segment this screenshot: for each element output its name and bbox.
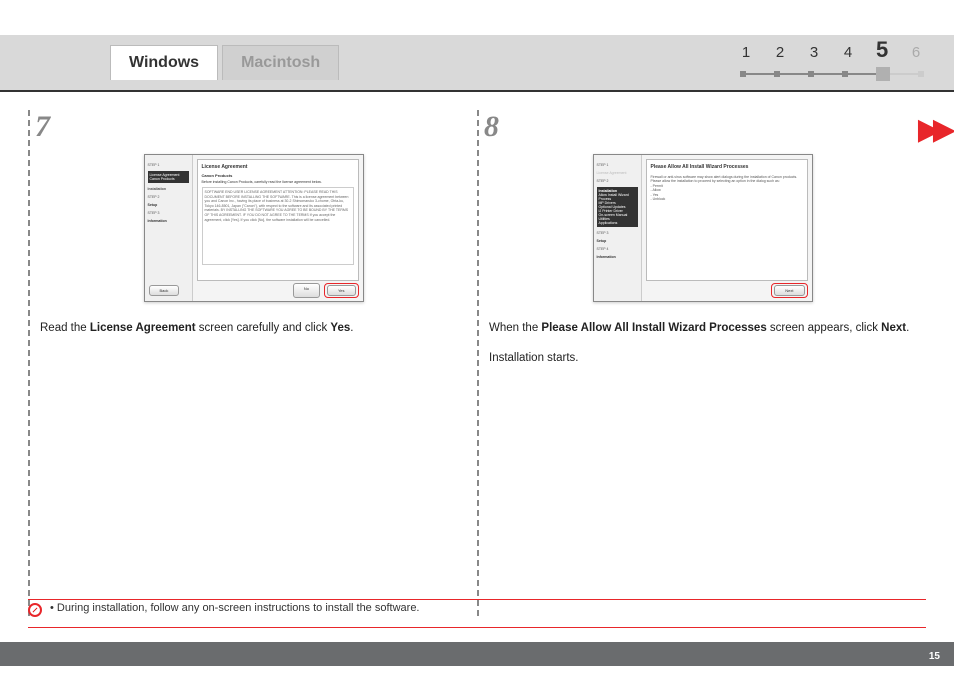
highlight-next: Next bbox=[771, 283, 807, 298]
ss-side-installation: Installation bbox=[148, 187, 189, 191]
ss2-side-highlight: Installation Allow Install Wizard Proces… bbox=[597, 187, 638, 227]
ss2-setup: Setup bbox=[597, 239, 638, 243]
screenshot-allow-processes: STEP 1 License Agreement STEP 2 Installa… bbox=[593, 154, 813, 302]
header-band: Windows Macintosh 1 2 3 4 5 6 bbox=[0, 35, 954, 90]
ss2-step1: STEP 1 bbox=[597, 163, 638, 167]
note-text: • During installation, follow any on-scr… bbox=[50, 602, 420, 614]
step-2: 2 bbox=[774, 44, 786, 61]
ss-side-setup: Setup bbox=[148, 203, 189, 207]
step-indicator: 1 2 3 4 5 6 bbox=[740, 37, 924, 81]
ss2-body: Firewall or anti-virus software may show… bbox=[651, 175, 803, 202]
step-5-current: 5 bbox=[876, 37, 888, 63]
caption-step-8: When the Please Allow All Install Wizard… bbox=[489, 320, 916, 336]
ss2-step4: STEP 4 bbox=[597, 247, 638, 251]
ss-title: License Agreement bbox=[202, 164, 354, 171]
highlight-yes: Yes bbox=[324, 283, 359, 298]
step-number-7: 7 bbox=[35, 110, 467, 144]
ss-yes-button[interactable]: Yes bbox=[327, 285, 356, 296]
tab-macintosh[interactable]: Macintosh bbox=[222, 45, 339, 80]
header-rule bbox=[0, 90, 954, 92]
ss-side-highlight: License Agreement Canon Products bbox=[148, 171, 189, 183]
step-4: 4 bbox=[842, 44, 854, 61]
step-1: 1 bbox=[740, 44, 752, 61]
caption-step-7: Read the License Agreement screen carefu… bbox=[40, 320, 467, 336]
ss-no-button[interactable]: No bbox=[293, 283, 320, 298]
subcaption-step-8: Installation starts. bbox=[489, 352, 916, 364]
prohibition-icon bbox=[28, 603, 42, 617]
note-top-rule bbox=[28, 599, 926, 600]
ss-side-step1: STEP 1 bbox=[148, 163, 189, 167]
ss-next-button[interactable]: Next bbox=[774, 285, 804, 296]
main-content: 7 STEP 1 License Agreement Canon Product… bbox=[28, 110, 926, 616]
ss2-step2: STEP 2 bbox=[597, 179, 638, 183]
step-3: 3 bbox=[808, 44, 820, 61]
os-tabs: Windows Macintosh bbox=[110, 45, 343, 80]
ss-side-step3: STEP 3 bbox=[148, 211, 189, 215]
step-6: 6 bbox=[910, 44, 922, 61]
ss2-step3: STEP 3 bbox=[597, 231, 638, 235]
ss2-title: Please Allow All Install Wizard Processe… bbox=[651, 164, 803, 171]
ss-back-button[interactable]: Back bbox=[149, 285, 180, 296]
ss2-license: License Agreement bbox=[597, 171, 638, 175]
page-number: 15 bbox=[929, 651, 940, 662]
ss-side-information: Information bbox=[148, 219, 189, 223]
ss-side-step2: STEP 2 bbox=[148, 195, 189, 199]
ss-subtitle: Canon Products bbox=[202, 173, 354, 178]
step-track bbox=[740, 67, 924, 81]
step-number-8: 8 bbox=[484, 110, 916, 144]
footer-bar bbox=[0, 642, 954, 666]
column-step-8: 8 STEP 1 License Agreement STEP 2 Instal… bbox=[477, 110, 926, 616]
tab-windows[interactable]: Windows bbox=[110, 45, 218, 80]
ss-body-text: SOFTWARE END USER LICENSE AGREEMENT ATTE… bbox=[202, 187, 354, 265]
note-row: • During installation, follow any on-scr… bbox=[28, 602, 926, 628]
column-step-7: 7 STEP 1 License Agreement Canon Product… bbox=[28, 110, 477, 616]
ss-desc: Before installing Canon Products, carefu… bbox=[202, 180, 354, 185]
screenshot-license-agreement: STEP 1 License Agreement Canon Products … bbox=[144, 154, 364, 302]
ss2-information: Information bbox=[597, 255, 638, 259]
